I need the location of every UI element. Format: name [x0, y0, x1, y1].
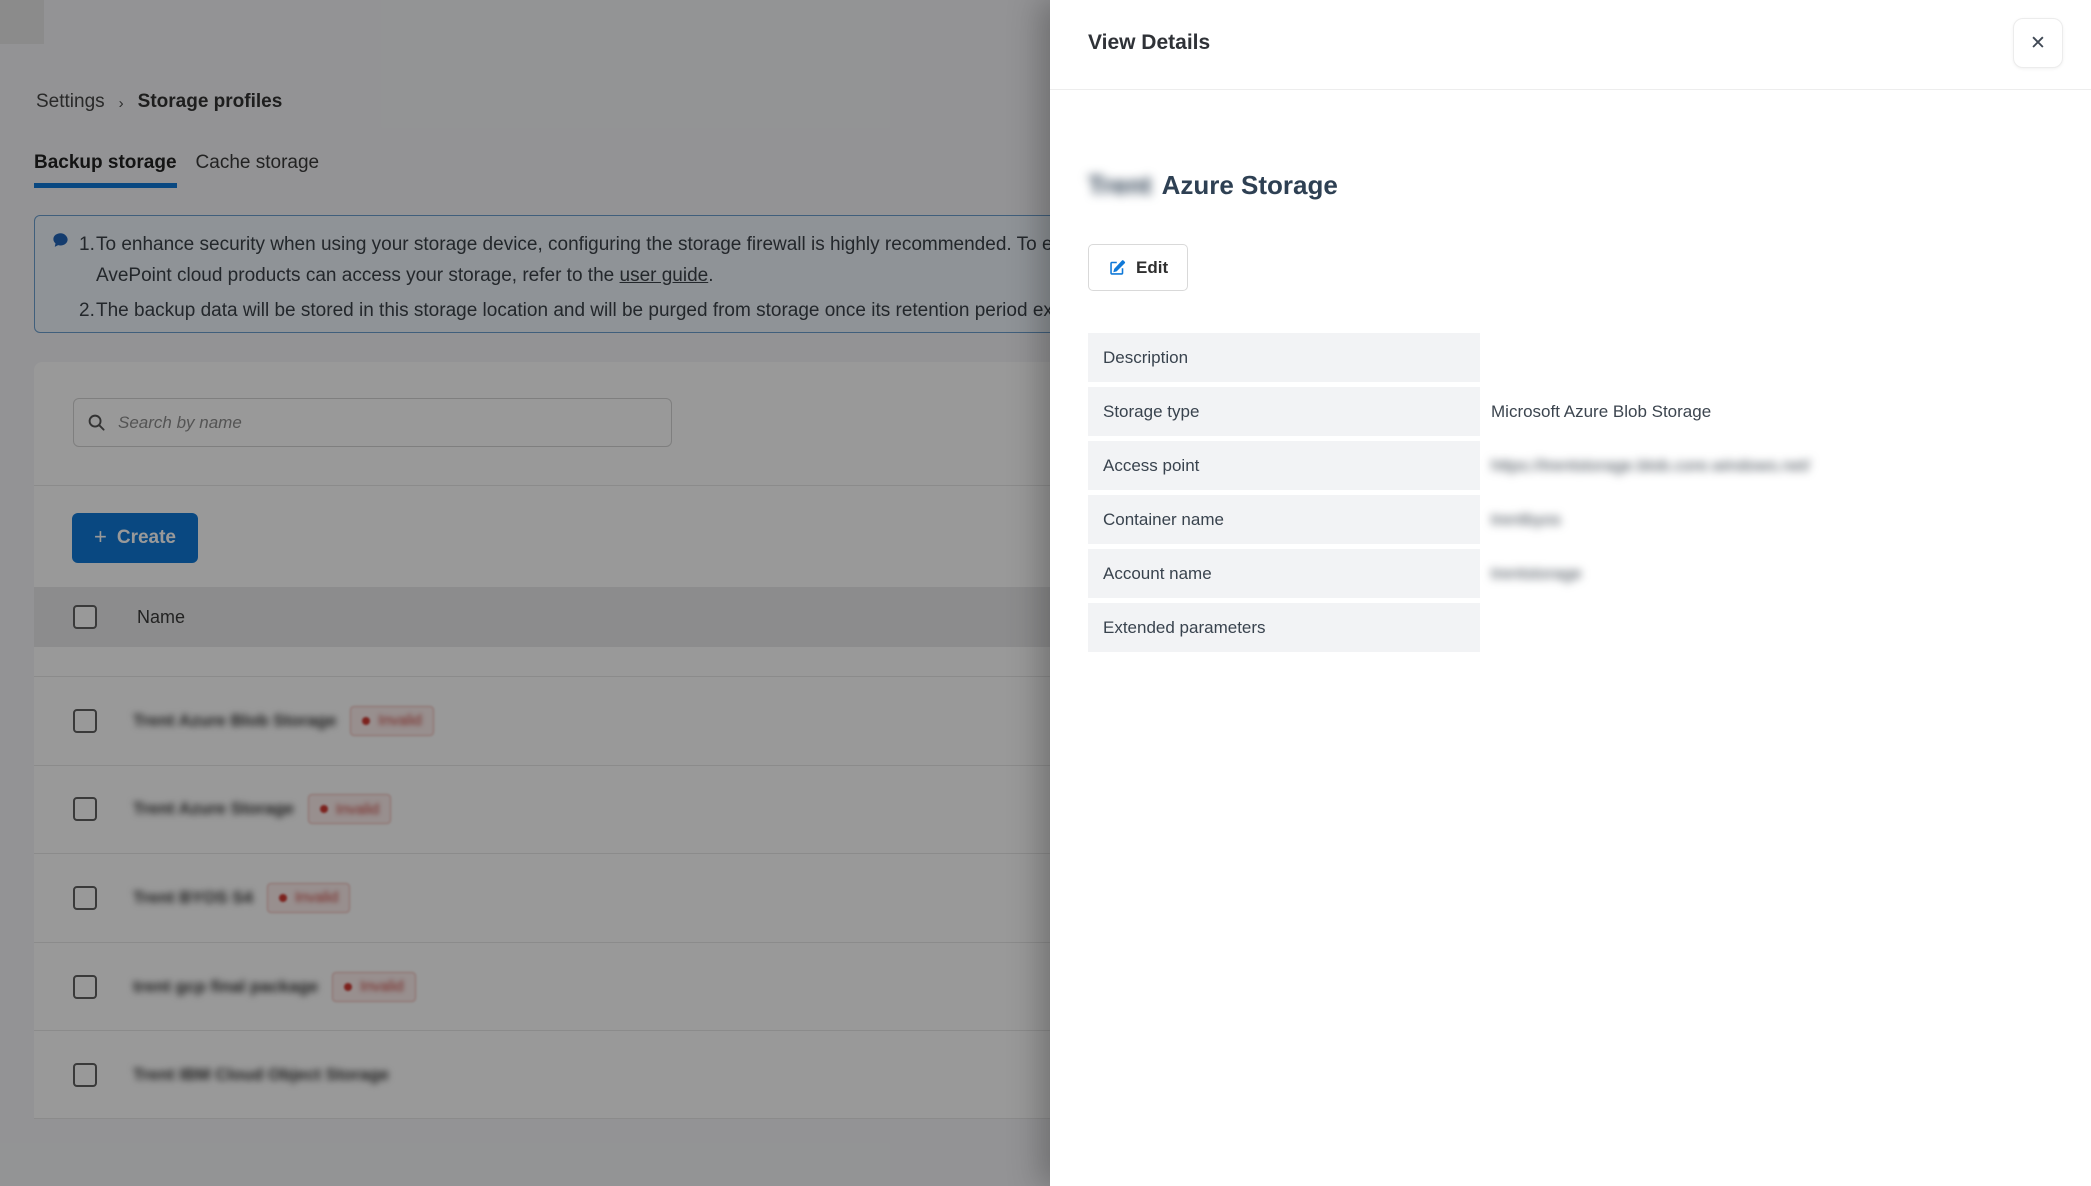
record-title-redacted: Trent: [1088, 170, 1152, 201]
field-row-account-name: Account name trentstorage: [1088, 549, 2048, 598]
edit-button[interactable]: Edit: [1088, 244, 1188, 291]
field-row-description: Description: [1088, 333, 2048, 382]
field-label: Description: [1088, 333, 1480, 382]
view-details-panel: View Details ✕ Trent Azure Storage Edit …: [1050, 0, 2091, 1186]
field-label: Account name: [1088, 549, 1480, 598]
field-value: Microsoft Azure Blob Storage: [1480, 402, 1711, 422]
close-button[interactable]: ✕: [2013, 18, 2063, 68]
field-row-storage-type: Storage type Microsoft Azure Blob Storag…: [1088, 387, 2048, 436]
field-value-redacted: trentstorage: [1480, 564, 1582, 584]
details-table: Description Storage type Microsoft Azure…: [1088, 333, 2048, 652]
record-title-text: Azure Storage: [1162, 170, 1338, 201]
field-row-extended-parameters: Extended parameters: [1088, 603, 2048, 652]
field-row-container-name: Container name trentbyos: [1088, 495, 2048, 544]
field-label: Container name: [1088, 495, 1480, 544]
field-label: Access point: [1088, 441, 1480, 490]
field-value-redacted: https://trentstorage.blob.core.windows.n…: [1480, 456, 1810, 476]
record-title: Trent Azure Storage: [1088, 170, 1338, 201]
edit-pencil-icon: [1108, 259, 1126, 277]
close-icon: ✕: [2030, 32, 2046, 55]
panel-header: View Details ✕: [1050, 0, 2091, 90]
field-value-redacted: trentbyos: [1480, 510, 1561, 530]
edit-button-label: Edit: [1136, 258, 1168, 278]
field-label: Storage type: [1088, 387, 1480, 436]
field-row-access-point: Access point https://trentstorage.blob.c…: [1088, 441, 2048, 490]
field-label: Extended parameters: [1088, 603, 1480, 652]
panel-title: View Details: [1088, 31, 1210, 55]
